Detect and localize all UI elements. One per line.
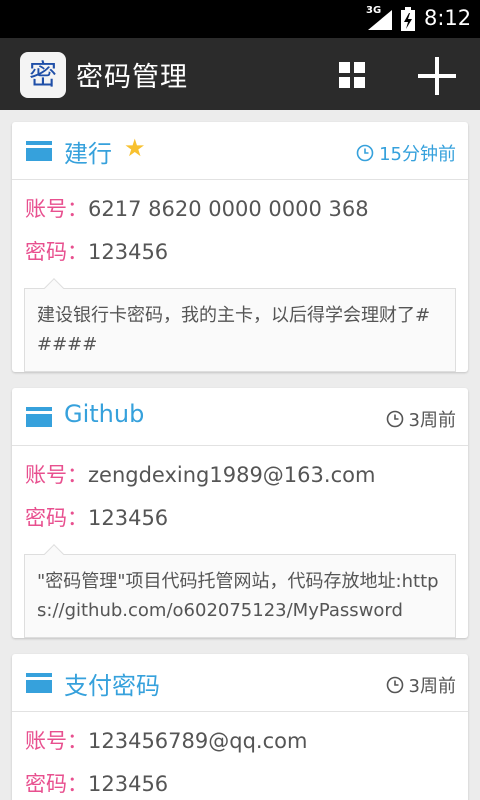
time-text: 3周前	[408, 676, 456, 697]
password-card[interactable]: Github 3周前 账号：zengdexing1989@163.com 密码：…	[12, 388, 468, 638]
account-row[interactable]: 账号：zengdexing1989@163.com	[12, 454, 468, 497]
credit-card-icon	[26, 673, 52, 693]
note-text: 建设银行卡密码，我的主卡，以后得学会理财了#####	[37, 305, 431, 355]
credit-card-icon	[26, 141, 52, 161]
note-box: "密码管理"项目代码托管网站，代码存放地址:https://github.com…	[24, 544, 456, 638]
password-row[interactable]: 密码：123456	[12, 497, 468, 540]
status-bar: 3G 8:12	[0, 0, 480, 38]
card-header: 支付密码 3周前	[12, 654, 468, 712]
account-row[interactable]: 账号：6217 8620 0000 0000 368	[12, 188, 468, 231]
password-label: 密码：	[25, 240, 88, 264]
account-label: 账号：	[25, 729, 88, 753]
password-list: 建行 ★ 15分钟前 账号：6217 8620 0000 0000 368 密码…	[12, 122, 468, 800]
clock-icon	[386, 676, 403, 694]
app-title: 密码管理	[76, 62, 188, 93]
card-header: 建行 ★ 15分钟前	[12, 122, 468, 180]
password-value: 123456	[88, 772, 169, 796]
password-card[interactable]: 支付密码 3周前 账号：123456789@qq.com 密码：123456	[12, 654, 468, 800]
note-caret	[44, 544, 64, 564]
password-row[interactable]: 密码：123456	[12, 231, 468, 274]
add-icon[interactable]	[414, 53, 460, 99]
note-text: "密码管理"项目代码托管网站，代码存放地址:https://github.com…	[37, 571, 439, 621]
card-title: 建行	[64, 140, 112, 168]
grid-view-icon[interactable]	[335, 58, 371, 94]
account-label: 账号：	[25, 463, 88, 487]
card-title: 支付密码	[64, 672, 160, 700]
password-row[interactable]: 密码：123456	[12, 763, 468, 800]
password-label: 密码：	[25, 772, 88, 796]
clock-icon	[386, 410, 403, 428]
time-text: 3周前	[408, 410, 456, 431]
account-value: 123456789@qq.com	[88, 729, 308, 753]
note-box: 建设银行卡密码，我的主卡，以后得学会理财了#####	[24, 278, 456, 372]
action-bar: 密 密码管理	[0, 38, 480, 110]
password-label: 密码：	[25, 506, 88, 530]
battery-icon	[401, 7, 415, 31]
credit-card-icon	[26, 407, 52, 427]
password-value: 123456	[88, 240, 169, 264]
signal-icon	[368, 10, 392, 30]
updated-time: 3周前	[386, 674, 456, 697]
time-text: 15分钟前	[379, 144, 456, 165]
updated-time: 3周前	[386, 408, 456, 431]
updated-time: 15分钟前	[356, 142, 456, 165]
account-value: zengdexing1989@163.com	[88, 463, 376, 487]
app-logo-icon[interactable]: 密	[20, 52, 66, 98]
card-header: Github 3周前	[12, 388, 468, 446]
note-caret	[44, 278, 64, 298]
account-label: 账号：	[25, 197, 88, 221]
clock-icon	[356, 144, 374, 162]
clock-time: 8:12	[424, 6, 472, 30]
card-title: Github	[64, 400, 145, 428]
star-icon[interactable]: ★	[124, 134, 146, 162]
password-value: 123456	[88, 506, 169, 530]
password-card[interactable]: 建行 ★ 15分钟前 账号：6217 8620 0000 0000 368 密码…	[12, 122, 468, 372]
account-value: 6217 8620 0000 0000 368	[88, 197, 369, 221]
account-row[interactable]: 账号：123456789@qq.com	[12, 720, 468, 763]
